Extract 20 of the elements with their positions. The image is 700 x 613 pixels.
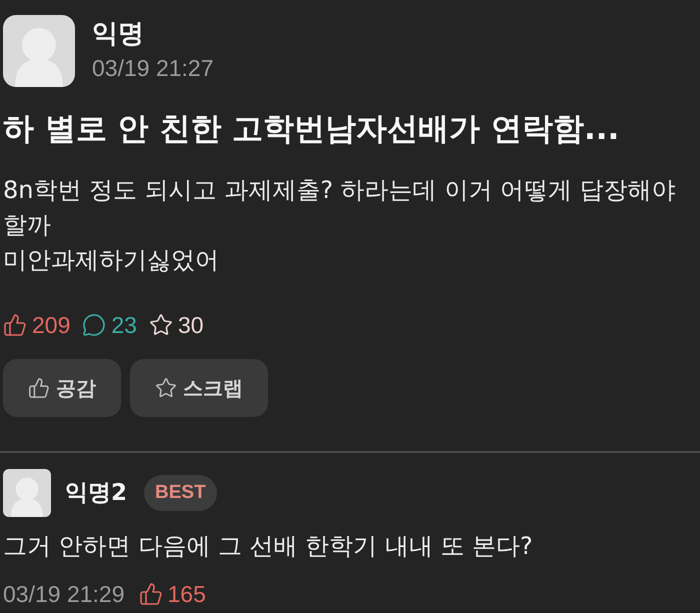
- thumbs-up-icon: [28, 377, 50, 399]
- default-avatar-icon: [3, 15, 75, 87]
- stat-count: 30: [178, 314, 204, 336]
- author-name: 익명: [92, 20, 145, 50]
- stat-count: 23: [111, 314, 137, 336]
- post-body-text: 미안과제하기싫었어: [3, 245, 220, 276]
- stat-count: 209: [32, 314, 70, 336]
- comment-time: 03/19 21:29: [3, 581, 125, 608]
- like-button[interactable]: 공감: [3, 359, 121, 417]
- scrap-button[interactable]: 스크랩: [130, 359, 268, 417]
- best-badge: BEST: [144, 475, 217, 511]
- star-icon: [155, 377, 177, 399]
- comment-text: 그거 안하면 다음에 그 선배 한학기 내내 또 본다?: [3, 531, 534, 562]
- post-title: 하 별로 안 친한 고학번남자선배가 연락함...: [3, 110, 620, 149]
- default-avatar-icon: [3, 469, 51, 517]
- post-time: 03/19 21:27: [92, 55, 214, 82]
- comment-author-name: 익명2: [65, 480, 128, 506]
- post-body-text: 8n학번 정도 되시고 과제제출? 하라는데 이거 어떻게 답장해야 할까: [3, 175, 677, 241]
- comment-like-count: 165: [168, 582, 206, 606]
- thumbs-up-icon: [138, 582, 163, 606]
